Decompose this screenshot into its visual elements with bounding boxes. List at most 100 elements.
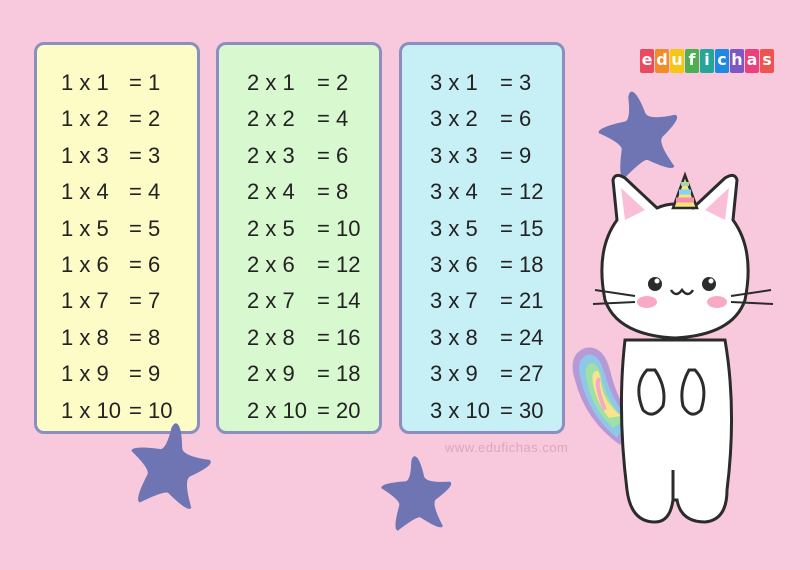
logo-letter: h	[730, 49, 744, 73]
multiplication-expression: 1 x 8	[61, 324, 109, 350]
table-row: 1 x 1 = 1	[37, 65, 197, 101]
logo-letter: e	[640, 49, 654, 73]
multiplication-result: = 9	[129, 361, 161, 387]
edufichas-logo: edufichas	[640, 49, 774, 75]
rainbow-horn-icon	[671, 171, 699, 210]
multiplication-expression: 2 x 10	[247, 397, 307, 423]
multiplication-result: = 9	[500, 142, 532, 168]
multiplication-expression: 1 x 9	[61, 361, 109, 387]
table-row: 1 x 5 = 5	[37, 211, 197, 247]
multiplication-result: = 27	[500, 361, 544, 387]
table-row: 2 x 6 = 12	[219, 247, 379, 283]
table-row: 2 x 8 = 16	[219, 320, 379, 356]
logo-letter: c	[715, 49, 729, 73]
logo-letter: d	[655, 49, 669, 73]
multiplication-result: = 6	[129, 251, 161, 277]
multiplication-result: = 7	[129, 288, 161, 314]
multiplication-result: = 16	[317, 324, 361, 350]
star-icon	[131, 423, 211, 509]
multiplication-result: = 3	[500, 70, 532, 95]
multiplication-result: = 8	[129, 324, 161, 350]
table-rows: 3 x 1 = 3 3 x 2 = 6 3 x 3 = 9 3 x 4 = 12 3 x 5 = …	[402, 65, 562, 429]
multiplication-expression: 1 x 5	[61, 215, 109, 241]
multiplication-expression: 3 x 3	[430, 142, 478, 168]
multiplication-expression: 3 x 1	[430, 70, 478, 95]
unicorn-cat-illustration	[572, 171, 774, 524]
multiplication-expression: 1 x 4	[61, 179, 109, 205]
multiplication-result: = 3	[129, 142, 161, 168]
multiplication-result: = 15	[500, 215, 544, 241]
table-row: 2 x 5 = 10	[219, 211, 379, 247]
table-row: 3 x 10 = 30	[402, 393, 562, 429]
logo-letter: a	[745, 49, 759, 73]
multiplication-expression: 2 x 5	[247, 215, 295, 241]
multiplication-expression: 2 x 1	[247, 70, 295, 95]
multiplication-expression: 3 x 8	[430, 324, 478, 350]
table-row: 1 x 7 = 7	[37, 283, 197, 319]
table-row: 2 x 2 = 4	[219, 101, 379, 137]
table-row: 3 x 5 = 15	[402, 211, 562, 247]
multiplication-expression: 2 x 2	[247, 106, 295, 132]
multiplication-result: = 8	[317, 179, 349, 205]
table-rows: 1 x 1 = 1 1 x 2 = 2 1 x 3 = 3 1 x 4 = 4 1 x 5 = 5…	[37, 65, 197, 429]
multiplication-expression: 2 x 4	[247, 179, 295, 205]
multiplication-expression: 3 x 9	[430, 361, 478, 387]
table-row: 2 x 3 = 6	[219, 138, 379, 174]
table-row: 3 x 6 = 18	[402, 247, 562, 283]
table-row: 2 x 10 = 20	[219, 393, 379, 429]
multiplication-expression: 3 x 6	[430, 251, 478, 277]
multiplication-table-1: 1 x 1 = 1 1 x 2 = 2 1 x 3 = 3 1 x 4 = 4 1 x 5 = 5…	[34, 42, 200, 434]
multiplication-result: = 12	[500, 179, 544, 205]
watermark: www.edufichas.com	[445, 440, 569, 455]
multiplication-table-3: 3 x 1 = 3 3 x 2 = 6 3 x 3 = 9 3 x 4 = 12 3 x 5 = …	[399, 42, 565, 434]
multiplication-result: = 14	[317, 288, 361, 314]
star-icon	[598, 91, 678, 179]
multiplication-table-2: 2 x 1 = 2 2 x 2 = 4 2 x 3 = 6 2 x 4 = 8 2 x 5 = 1…	[216, 42, 382, 434]
table-row: 1 x 8 = 8	[37, 320, 197, 356]
multiplication-expression: 2 x 7	[247, 288, 295, 314]
table-row: 3 x 9 = 27	[402, 356, 562, 392]
logo-letter: f	[685, 49, 699, 73]
table-row: 1 x 3 = 3	[37, 138, 197, 174]
multiplication-result: = 1	[129, 70, 161, 95]
star-icon	[381, 456, 452, 531]
multiplication-expression: 2 x 6	[247, 251, 295, 277]
multiplication-expression: 2 x 9	[247, 361, 295, 387]
table-row: 2 x 9 = 18	[219, 356, 379, 392]
table-row: 3 x 2 = 6	[402, 101, 562, 137]
table-row: 3 x 4 = 12	[402, 174, 562, 210]
multiplication-result: = 6	[317, 142, 349, 168]
multiplication-result: = 20	[317, 397, 361, 423]
multiplication-expression: 1 x 1	[61, 70, 109, 95]
table-row: 1 x 2 = 2	[37, 101, 197, 137]
table-row: 3 x 8 = 24	[402, 320, 562, 356]
multiplication-expression: 1 x 3	[61, 142, 109, 168]
multiplication-result: = 24	[500, 324, 544, 350]
multiplication-expression: 3 x 5	[430, 215, 478, 241]
multiplication-result: = 4	[317, 106, 349, 132]
multiplication-result: = 2	[317, 70, 349, 95]
table-row: 1 x 6 = 6	[37, 247, 197, 283]
multiplication-expression: 1 x 10	[61, 397, 121, 423]
multiplication-expression: 3 x 2	[430, 106, 478, 132]
multiplication-result: = 5	[129, 215, 161, 241]
table-row: 3 x 1 = 3	[402, 65, 562, 101]
multiplication-expression: 2 x 8	[247, 324, 295, 350]
multiplication-result: = 2	[129, 106, 161, 132]
multiplication-result: = 6	[500, 106, 532, 132]
table-row: 1 x 9 = 9	[37, 356, 197, 392]
table-row: 1 x 4 = 4	[37, 174, 197, 210]
multiplication-expression: 1 x 2	[61, 106, 109, 132]
table-row: 2 x 7 = 14	[219, 283, 379, 319]
multiplication-expression: 2 x 3	[247, 142, 295, 168]
multiplication-result: = 21	[500, 288, 544, 314]
table-rows: 2 x 1 = 2 2 x 2 = 4 2 x 3 = 6 2 x 4 = 8 2 x 5 = 1…	[219, 65, 379, 429]
multiplication-expression: 3 x 10	[430, 397, 490, 423]
multiplication-result: = 10	[317, 215, 361, 241]
multiplication-result: = 30	[500, 397, 544, 423]
logo-letter: i	[700, 49, 714, 73]
logo-letter: u	[670, 49, 684, 73]
multiplication-expression: 3 x 4	[430, 179, 478, 205]
multiplication-result: = 4	[129, 179, 161, 205]
logo-letter: s	[760, 49, 774, 73]
